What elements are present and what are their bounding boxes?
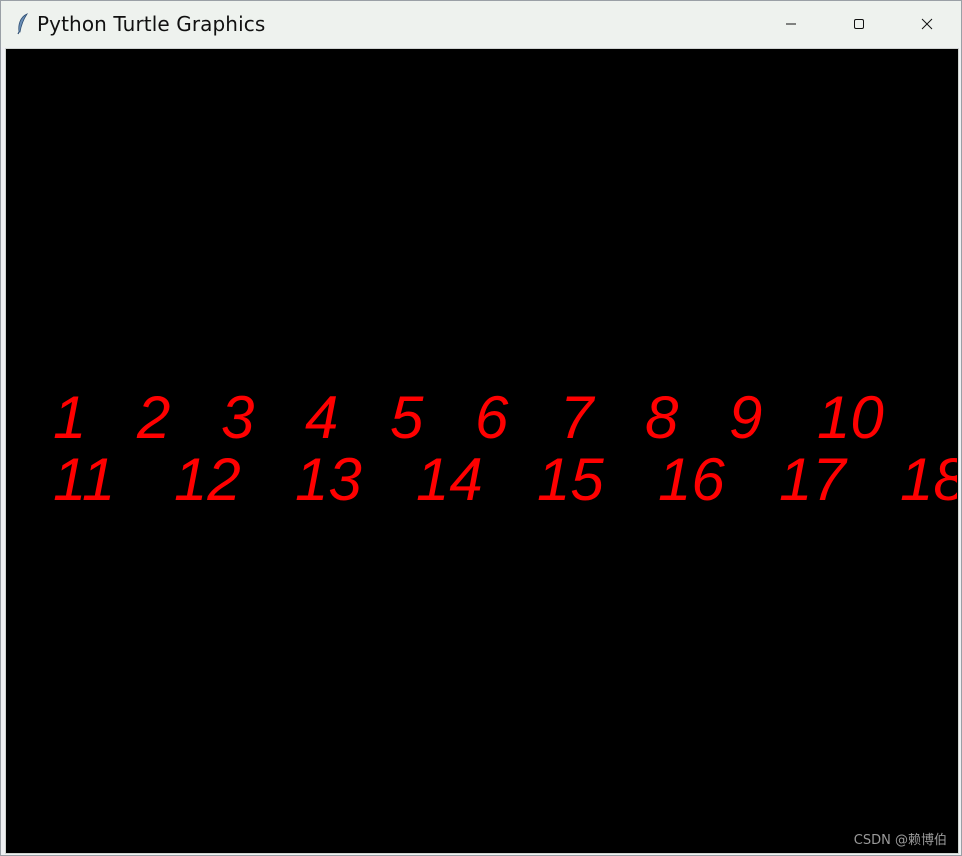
number-label: 10 xyxy=(817,384,884,451)
number-label: 17 xyxy=(779,446,846,513)
number-label: 16 xyxy=(658,446,725,513)
maximize-icon xyxy=(853,15,865,34)
close-button[interactable] xyxy=(893,1,961,47)
number-label: 14 xyxy=(416,446,483,513)
turtle-canvas[interactable]: 1 2 3 4 5 6 7 8 9 10 11 12 13 14 15 16 1… xyxy=(7,50,957,852)
close-icon xyxy=(921,15,933,34)
number-label: 2 xyxy=(137,384,171,451)
window-controls xyxy=(757,1,961,47)
number-label: 6 xyxy=(475,384,509,451)
number-label: 4 xyxy=(305,384,339,451)
number-label: 18 xyxy=(900,446,957,513)
number-label: 7 xyxy=(560,384,594,451)
window-title: Python Turtle Graphics xyxy=(37,12,266,36)
watermark: CSDN @赖博伯 xyxy=(853,833,947,848)
feather-icon xyxy=(15,13,31,35)
minimize-icon xyxy=(785,15,797,34)
minimize-button[interactable] xyxy=(757,1,825,47)
canvas-frame: 1 2 3 4 5 6 7 8 9 10 11 12 13 14 15 16 1… xyxy=(5,48,959,854)
number-label: 12 xyxy=(174,446,241,513)
turtle-window: Python Turtle Graphics 1 2 3 4 5 6 7 8 9… xyxy=(0,0,962,856)
number-label: 15 xyxy=(537,446,604,513)
number-label: 13 xyxy=(295,446,362,513)
maximize-button[interactable] xyxy=(825,1,893,47)
number-label: 8 xyxy=(645,384,679,451)
title-bar[interactable]: Python Turtle Graphics xyxy=(1,1,961,47)
number-label: 11 xyxy=(53,446,116,513)
number-label: 5 xyxy=(390,384,424,451)
number-label: 3 xyxy=(221,384,255,451)
number-label: 1 xyxy=(53,384,87,451)
number-label: 9 xyxy=(729,384,763,451)
